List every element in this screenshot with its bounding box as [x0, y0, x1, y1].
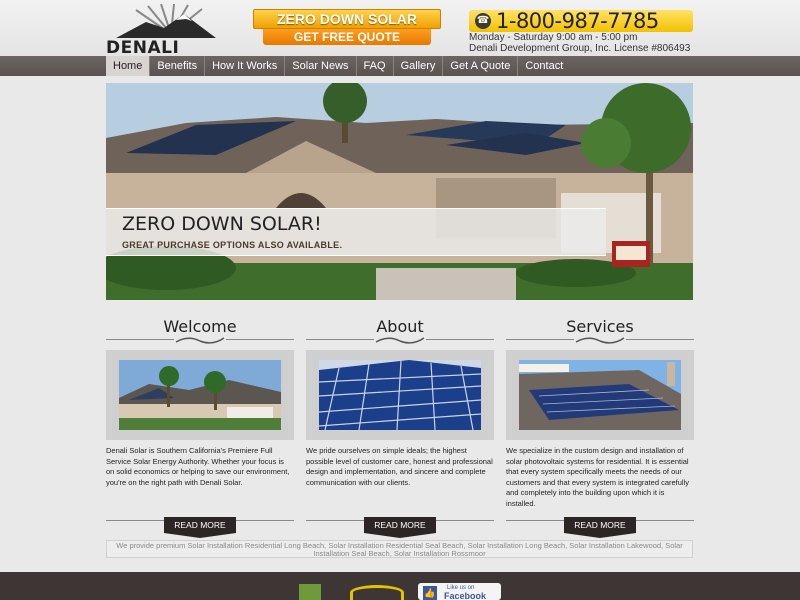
divider — [506, 339, 574, 340]
business-hours: Monday - Saturday 9:00 am - 5:00 pm — [469, 32, 638, 43]
divider — [636, 520, 694, 521]
nav-item-get-a-quote[interactable]: Get A Quote — [443, 56, 519, 76]
main-nav: Home Benefits How It Works Solar News FA… — [0, 56, 800, 76]
divider — [436, 520, 494, 521]
divider — [236, 520, 294, 521]
divider — [226, 339, 294, 340]
zero-down-promo-banner[interactable]: ZERO DOWN SOLAR GET FREE QUOTE — [253, 9, 441, 45]
divider — [306, 520, 364, 521]
solar-panels-photo-icon — [319, 360, 481, 430]
divider — [106, 339, 174, 340]
services-image[interactable] — [519, 360, 681, 430]
site-header: DENALI SOLAR ZERO DOWN SOLAR GET FREE QU… — [0, 0, 800, 78]
nav-item-gallery[interactable]: Gallery — [394, 56, 444, 76]
about-image[interactable] — [319, 360, 481, 430]
promo-title: ZERO DOWN SOLAR — [253, 9, 441, 29]
phone-box[interactable]: ☎ 1-800-987-7785 — [469, 10, 693, 32]
nav-item-home[interactable]: Home — [106, 56, 151, 76]
facebook-thumb-icon: 👍 — [423, 586, 437, 600]
services-read-more-button[interactable]: READ MORE — [564, 517, 636, 538]
welcome-read-more-button[interactable]: READ MORE — [164, 517, 236, 538]
site-logo[interactable]: DENALI SOLAR — [106, 4, 238, 78]
divider — [426, 339, 494, 340]
partner-logo-icon[interactable] — [350, 585, 404, 600]
get-free-quote-button[interactable]: GET FREE QUOTE — [263, 29, 431, 45]
divider — [626, 339, 694, 340]
nav-item-benefits[interactable]: Benefits — [150, 56, 206, 76]
seo-keywords-text: We provide premium Solar Installation Re… — [106, 540, 693, 558]
welcome-image-frame — [106, 350, 294, 440]
about-read-more-button[interactable]: READ MORE — [364, 517, 436, 538]
business-info: Monday - Saturday 9:00 am - 5:00 pm Dena… — [469, 32, 690, 54]
flourish-icon — [175, 337, 225, 344]
hero-slider[interactable]: ZERO DOWN SOLAR! GREAT PURCHASE OPTIONS … — [106, 83, 693, 300]
nav-item-solar-news[interactable]: Solar News — [285, 56, 357, 76]
welcome-text: Denali Solar is Southern California's Pr… — [106, 446, 290, 487]
divider — [506, 520, 564, 521]
welcome-column: Welcome Denali Solar is Southern Califor… — [106, 312, 294, 542]
mountain-logo-icon — [116, 4, 216, 38]
facebook-label: Facebook — [444, 591, 487, 600]
house-photo-icon — [119, 360, 281, 430]
nav-item-faq[interactable]: FAQ — [357, 56, 394, 76]
services-image-frame — [506, 350, 694, 440]
about-image-frame — [306, 350, 494, 440]
facebook-like-button[interactable]: 👍 Like us on Facebook — [418, 583, 501, 600]
site-footer: 👍 Like us on Facebook — [0, 572, 800, 600]
hero-title: ZERO DOWN SOLAR! — [122, 213, 322, 235]
divider — [306, 339, 374, 340]
divider — [106, 520, 164, 521]
services-column: Services We specialize in the custom des… — [506, 312, 694, 542]
hero-subtitle: GREAT PURCHASE OPTIONS ALSO AVAILABLE. — [122, 240, 343, 250]
partner-badge-icon[interactable] — [299, 584, 321, 600]
about-column: About We pride ourselves on simple ideal… — [306, 312, 494, 542]
flourish-icon — [575, 337, 625, 344]
license-info: Denali Development Group, Inc. License #… — [469, 43, 691, 54]
about-text: We pride ourselves on simple ideals; the… — [306, 446, 493, 487]
welcome-image[interactable] — [119, 360, 281, 430]
nav-item-contact[interactable]: Contact — [518, 56, 570, 76]
phone-number[interactable]: 1-800-987-7785 — [496, 10, 659, 32]
flourish-icon — [375, 337, 425, 344]
phone-icon: ☎ — [475, 13, 491, 29]
nav-item-how-it-works[interactable]: How It Works — [205, 56, 286, 76]
hero-caption: ZERO DOWN SOLAR! GREAT PURCHASE OPTIONS … — [106, 208, 606, 256]
rooftop-panels-photo-icon — [519, 360, 681, 430]
hero-house-image — [106, 83, 693, 300]
services-text: We specialize in the custom design and i… — [506, 446, 689, 508]
